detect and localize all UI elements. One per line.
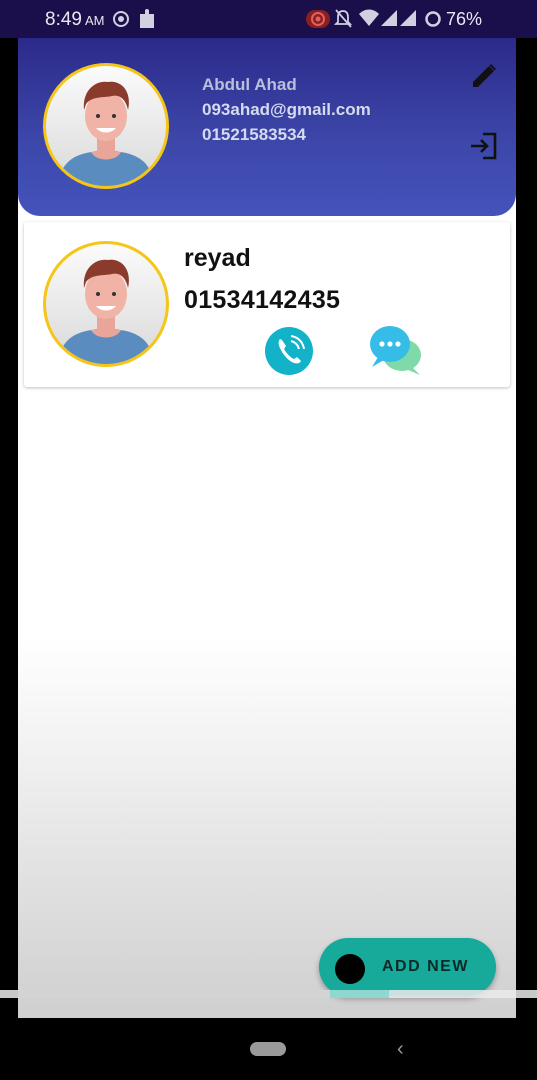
login-icon[interactable] bbox=[468, 130, 500, 162]
contact-card[interactable]: reyad 01534142435 bbox=[24, 222, 510, 387]
battery-ring-icon bbox=[425, 11, 441, 27]
signal-icon bbox=[400, 10, 416, 26]
user-email: 093ahad@gmail.com bbox=[202, 100, 371, 119]
user-phone: 01521583534 bbox=[202, 125, 307, 144]
battery-percent: 76% bbox=[446, 9, 483, 29]
screen-record-icon bbox=[113, 11, 129, 27]
scroll-indicator bbox=[0, 990, 537, 998]
user-info: Abdul Ahad 093ahad@gmail.com 01521583534 bbox=[202, 72, 371, 147]
profile-avatar[interactable] bbox=[43, 63, 169, 189]
contact-name: reyad bbox=[184, 244, 251, 272]
signal-icon bbox=[381, 10, 397, 26]
back-chevron-icon[interactable]: ‹ bbox=[397, 1038, 404, 1061]
status-time: 8:49 AM bbox=[45, 9, 105, 30]
profile-header: Abdul Ahad 093ahad@gmail.com 01521583534 bbox=[18, 38, 516, 216]
home-pill-button[interactable] bbox=[250, 1042, 286, 1056]
chat-bubbles-icon[interactable] bbox=[368, 323, 424, 377]
user-avatar-icon bbox=[58, 259, 154, 364]
user-avatar-icon bbox=[58, 81, 154, 186]
pencil-icon[interactable] bbox=[468, 60, 500, 92]
phone-call-icon[interactable] bbox=[264, 326, 314, 376]
user-name: Abdul Ahad bbox=[202, 75, 297, 94]
add-icon bbox=[335, 954, 365, 984]
app-screen: Abdul Ahad 093ahad@gmail.com 01521583534 bbox=[18, 38, 516, 1018]
contact-phone: 01534142435 bbox=[184, 286, 341, 314]
navigation-bar: ‹ bbox=[0, 1018, 537, 1080]
bell-off-icon bbox=[334, 9, 352, 28]
add-new-button[interactable]: ADD NEW bbox=[319, 938, 496, 996]
wifi-icon bbox=[359, 9, 379, 26]
add-new-label: ADD NEW bbox=[382, 958, 469, 975]
contact-avatar bbox=[43, 241, 169, 367]
scroll-indicator-accent bbox=[330, 990, 389, 998]
record-badge-icon bbox=[306, 10, 330, 28]
puzzle-icon bbox=[140, 9, 154, 28]
status-bar: 8:49 AM 76% bbox=[0, 0, 537, 38]
